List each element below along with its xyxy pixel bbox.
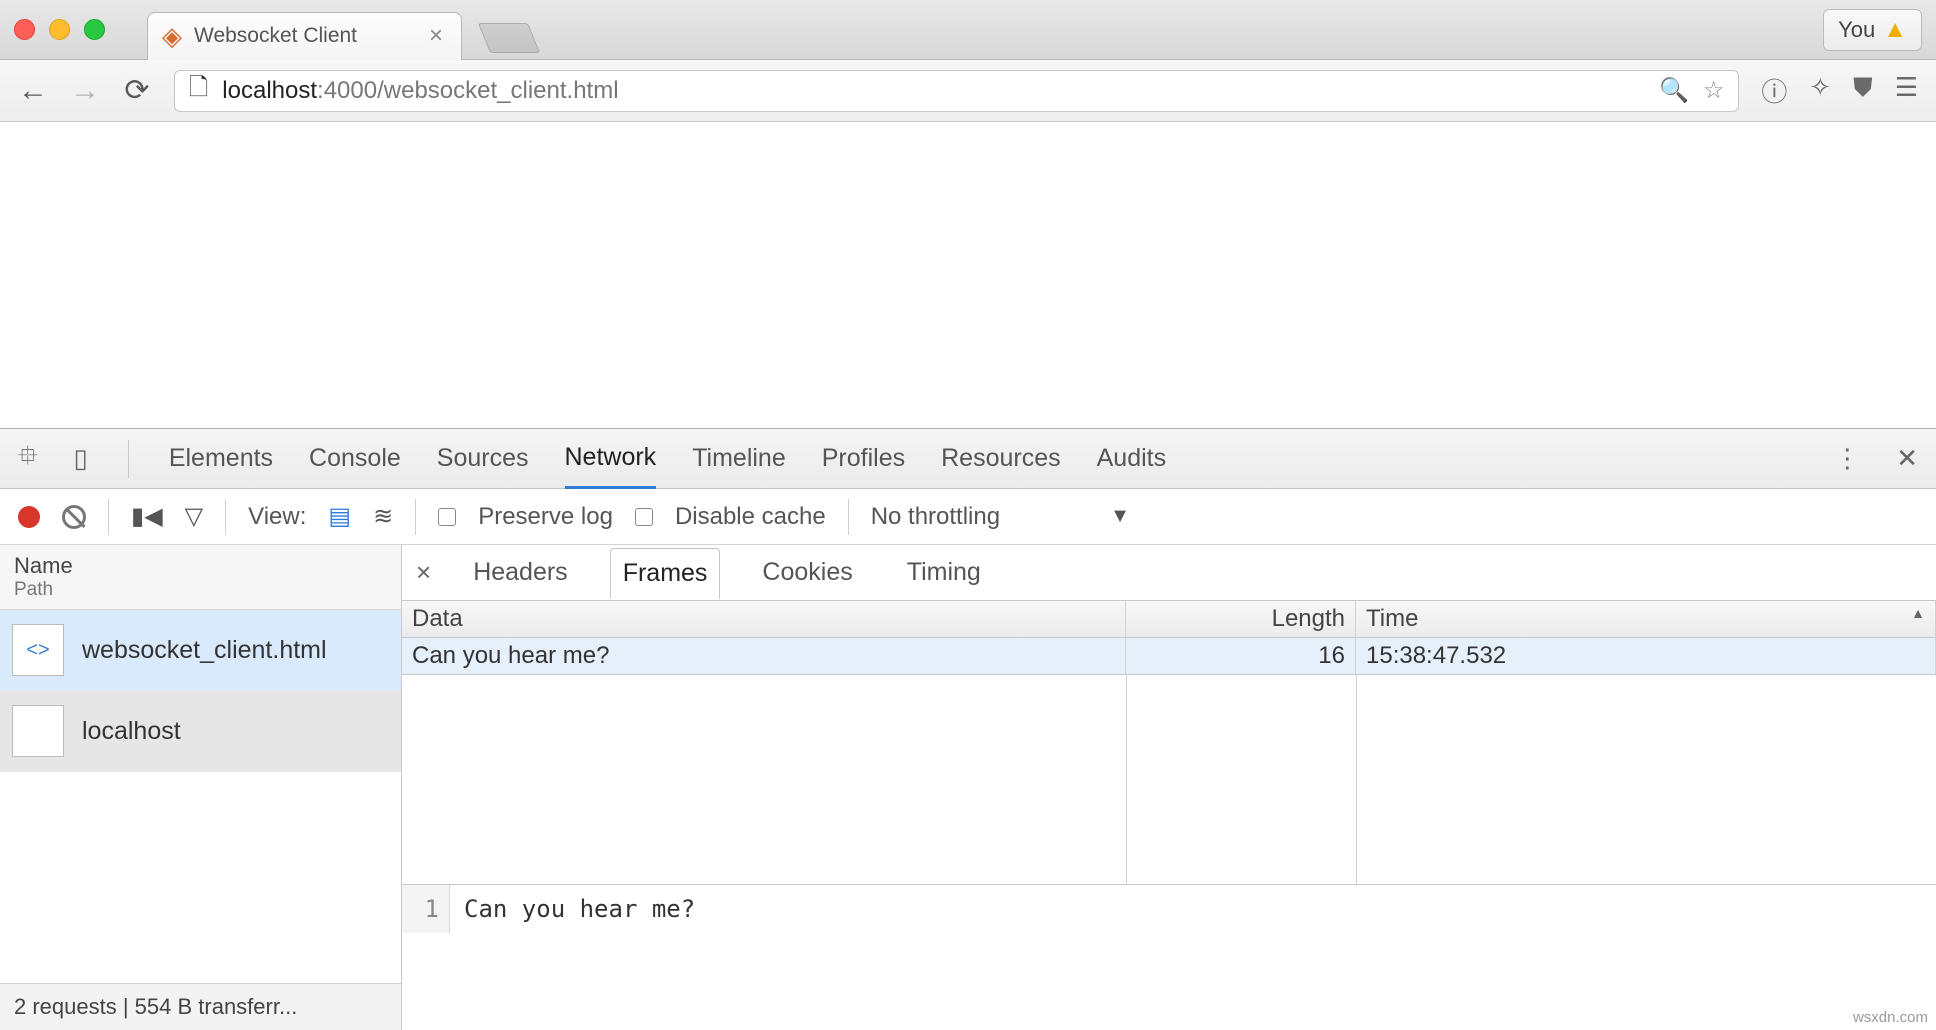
tab-profiles[interactable]: Profiles <box>822 430 905 487</box>
tab-elements[interactable]: Elements <box>169 430 273 487</box>
url-host: localhost <box>222 77 317 104</box>
request-summary: 2 requests | 554 B transferr... <box>0 983 401 1030</box>
menu-icon[interactable]: ☰ <box>1895 72 1918 109</box>
devtools-more-icon[interactable]: ⋮ <box>1834 443 1860 474</box>
reload-button[interactable]: ⟳ <box>122 73 152 108</box>
minimize-window-button[interactable] <box>49 19 70 40</box>
tab-title: Websocket Client <box>194 24 357 48</box>
maximize-window-button[interactable] <box>84 19 105 40</box>
request-list: Name Path <> websocket_client.html local… <box>0 545 402 1030</box>
column-data: Data <box>402 601 1126 637</box>
network-filter-bar: ▮◀ ▽ View: ▤ ≋ Preserve log Disable cach… <box>0 489 1936 545</box>
close-tab-icon[interactable]: × <box>429 22 443 50</box>
chevron-down-icon: ▼ <box>1110 505 1130 528</box>
close-detail-icon[interactable]: × <box>416 557 431 588</box>
tab-frames[interactable]: Frames <box>610 548 721 599</box>
frame-row[interactable]: Can you hear me? 16 15:38:47.532 <box>402 638 1936 674</box>
tab-timeline[interactable]: Timeline <box>692 430 786 487</box>
frame-data: Can you hear me? <box>402 638 1126 674</box>
column-path: Path <box>14 579 387 601</box>
browser-tab[interactable]: ◈ Websocket Client × <box>147 12 462 60</box>
tab-timing[interactable]: Timing <box>895 548 993 597</box>
address-bar[interactable]: 🗋 localhost:4000/websocket_client.html 🔍… <box>174 70 1739 112</box>
tab-network[interactable]: Network <box>565 429 657 489</box>
tab-cookies[interactable]: Cookies <box>750 548 864 597</box>
request-name: localhost <box>82 717 181 746</box>
filter-icon[interactable]: ▽ <box>185 502 203 531</box>
column-time: Time <box>1356 601 1936 637</box>
tab-headers[interactable]: Headers <box>461 548 580 597</box>
page-icon: 🗋 <box>189 70 208 111</box>
close-window-button[interactable] <box>14 19 35 40</box>
profile-label: You <box>1838 17 1875 43</box>
devtools-tabs: ⯐ ▯ Elements Console Sources Network Tim… <box>0 429 1936 489</box>
frames-table: Data Length Time Can you hear me? 16 15:… <box>402 601 1936 675</box>
request-name: websocket_client.html <box>82 636 327 665</box>
disable-cache-label: Disable cache <box>675 503 826 531</box>
view-label: View: <box>248 503 306 531</box>
tab-sources[interactable]: Sources <box>437 430 529 487</box>
request-item[interactable]: <> websocket_client.html <box>0 610 401 691</box>
info-extension-icon[interactable]: ⓘ <box>1761 72 1787 109</box>
forward-button[interactable]: → <box>70 74 100 108</box>
large-rows-icon[interactable]: ▤ <box>328 502 351 531</box>
devtools-close-icon[interactable]: ✕ <box>1896 443 1918 474</box>
frame-preview: 1 Can you hear me? <box>402 885 1936 933</box>
frame-text: Can you hear me? <box>450 885 709 933</box>
request-item[interactable]: localhost <box>0 691 401 772</box>
frame-icon <box>12 705 64 757</box>
disable-cache-checkbox[interactable] <box>635 508 653 526</box>
detail-tabs: × Headers Frames Cookies Timing <box>402 545 1936 601</box>
throttling-value: No throttling <box>871 503 1000 531</box>
record-button[interactable] <box>18 506 40 528</box>
line-number: 1 <box>402 885 450 933</box>
watermark: wsxdn.com <box>1853 1009 1928 1026</box>
profile-button[interactable]: You ▲ <box>1823 9 1922 51</box>
column-length: Length <box>1126 601 1356 637</box>
clear-button[interactable] <box>62 505 86 529</box>
traffic-lights <box>14 19 105 40</box>
frame-time: 15:38:47.532 <box>1356 638 1936 674</box>
frames-empty-area <box>402 675 1936 885</box>
tab-console[interactable]: Console <box>309 430 401 487</box>
warning-icon: ▲ <box>1883 16 1907 44</box>
devtools-panel: ⯐ ▯ Elements Console Sources Network Tim… <box>0 428 1936 1030</box>
back-button[interactable]: ← <box>18 74 48 108</box>
bookmark-icon[interactable]: ☆ <box>1703 76 1725 105</box>
ublock-icon[interactable]: ⛊ <box>1853 72 1873 109</box>
tab-audits[interactable]: Audits <box>1097 430 1166 487</box>
preserve-log-checkbox[interactable] <box>438 508 456 526</box>
window-titlebar: ◈ Websocket Client × You ▲ <box>0 0 1936 60</box>
column-name: Name <box>14 553 387 579</box>
device-mode-icon[interactable]: ▯ <box>74 443 88 474</box>
tab-favicon: ◈ <box>162 21 182 52</box>
tab-resources[interactable]: Resources <box>941 430 1061 487</box>
inspect-icon[interactable]: ⯐ <box>18 437 38 481</box>
new-tab-button[interactable] <box>478 23 540 53</box>
page-content <box>0 122 1936 428</box>
url-path: :4000/websocket_client.html <box>317 77 619 104</box>
throttling-select[interactable]: No throttling ▼ <box>871 503 1130 531</box>
zoom-icon[interactable]: 🔍 <box>1659 76 1689 105</box>
extension-icon[interactable]: ✧ <box>1809 72 1831 109</box>
frame-length: 16 <box>1126 638 1356 674</box>
document-icon: <> <box>12 624 64 676</box>
waterfall-icon[interactable]: ≋ <box>373 502 393 531</box>
request-detail: × Headers Frames Cookies Timing Data Len… <box>402 545 1936 1030</box>
preserve-log-label: Preserve log <box>478 503 613 531</box>
browser-toolbar: ← → ⟳ 🗋 localhost:4000/websocket_client.… <box>0 60 1936 122</box>
request-list-header[interactable]: Name Path <box>0 545 401 610</box>
frames-header-row[interactable]: Data Length Time <box>402 601 1936 638</box>
camera-icon[interactable]: ▮◀ <box>131 502 163 531</box>
